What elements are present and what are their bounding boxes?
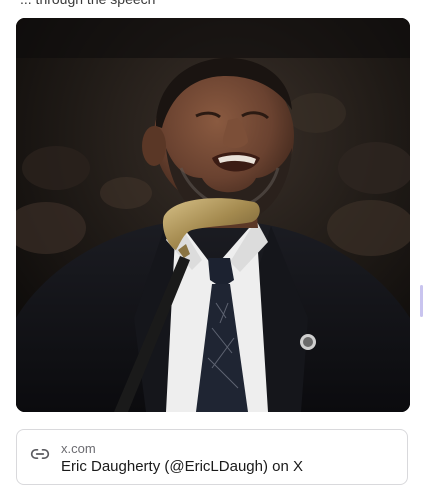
post-image[interactable] [16,18,410,412]
scrollbar[interactable] [420,0,424,500]
link-icon [30,444,50,464]
post-text-clipped: ... through the speech [0,0,426,8]
link-domain: x.com [61,441,96,456]
post-text: ... through the speech [20,0,155,8]
link-title[interactable]: Eric Daugherty (@EricLDaugh) on X [61,458,303,476]
scrollbar-thumb[interactable] [420,285,423,317]
post-content: ... through the speech [0,0,426,500]
link-preview-card[interactable]: x.com Eric Daugherty (@EricLDaugh) on X [16,429,408,485]
photo-illustration [16,18,410,412]
